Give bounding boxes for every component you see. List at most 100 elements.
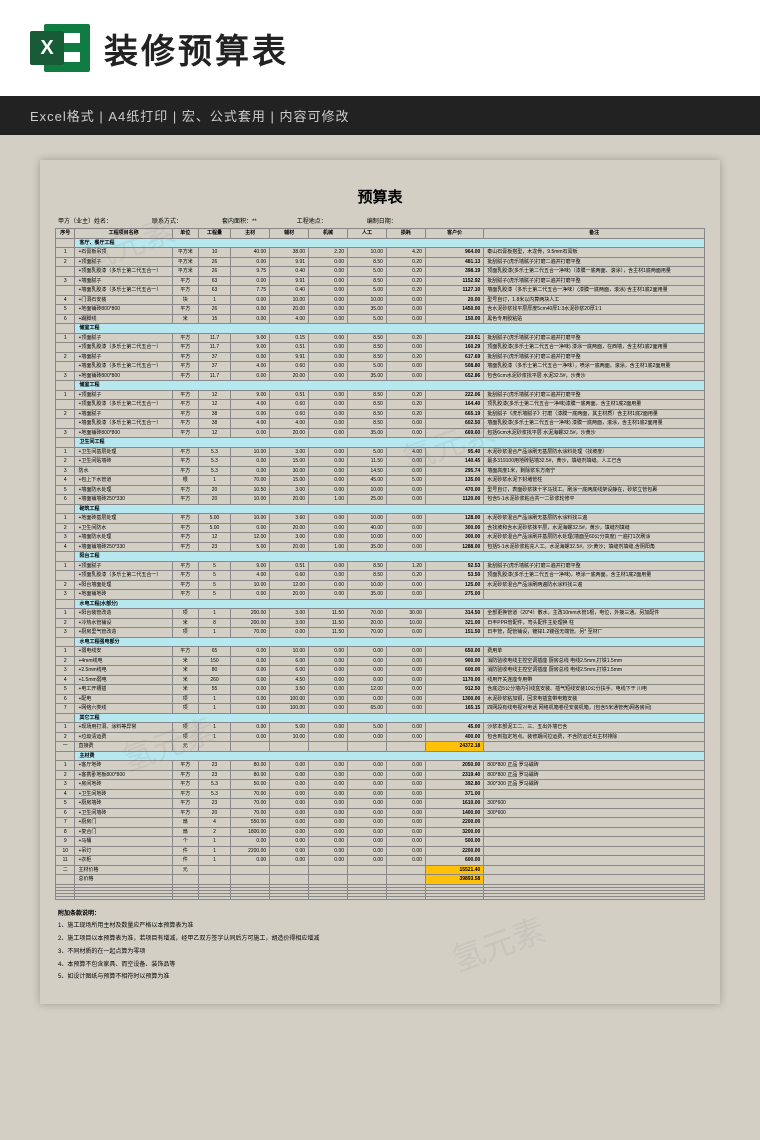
feature-bar: Excel格式 | A4纸打印 | 宏、公式套用 | 内容可修改 [0, 96, 760, 135]
cell: 10 [56, 846, 75, 856]
cell: 2 [56, 257, 75, 267]
cell: 0.00 [231, 409, 270, 419]
cell: 70.00 [231, 476, 270, 486]
cell: 消防验收电线主控空调插座 厨房总线 电线2.5mm,打铁1.5mm [484, 666, 705, 676]
cell: 型号自订，1.8米以内算两块人工 [484, 295, 705, 305]
cell: 10.00 [348, 533, 387, 543]
cell [56, 713, 75, 723]
cell [309, 865, 348, 875]
cell: 1300.00 [425, 694, 483, 704]
cell: 0.00 [348, 827, 387, 837]
cell: +顶面乳胶漆（多乐士第二代五合一） [75, 400, 172, 410]
cell: 15521.40 [425, 865, 483, 875]
cell: 1610.00 [425, 799, 483, 809]
cell: 泰山石膏板搭型，木龙骨，9.5mm石膏板 [484, 248, 705, 258]
cell: 0.00 [348, 846, 387, 856]
cell: 0.00 [309, 675, 348, 685]
cell: 4.00 [386, 447, 425, 457]
cell [309, 875, 348, 885]
cell [484, 856, 705, 866]
cell: 1.00 [309, 495, 348, 505]
cell: 消防验收电线主控空调插座 厨房总线 电线2.5mm,打铁1.5mm [484, 656, 705, 666]
cell: +卫生间防水 [75, 523, 172, 533]
cell: 23 [198, 761, 230, 771]
cell: 平方 [172, 590, 198, 600]
col-header: 客户价 [425, 229, 483, 239]
cell: 210.51 [425, 333, 483, 343]
cell: 8.50 [348, 561, 387, 571]
cell: 0.00 [309, 514, 348, 524]
cell: +顶面乳胶漆（多乐士第二代五合一） [75, 267, 172, 277]
cell: 0.00 [386, 666, 425, 676]
cell [270, 875, 309, 885]
cell: +墙面乳胶漆（多乐士第二代五合一） [75, 419, 172, 429]
cell: 38 [198, 409, 230, 419]
col-header: 机械 [309, 229, 348, 239]
cell: 200.00 [231, 609, 270, 619]
cell: 平方 [172, 343, 198, 353]
cell: 平方 [172, 286, 198, 296]
cell: 0.00 [309, 666, 348, 676]
cell: 10.00 [231, 580, 270, 590]
cell: 5.00 [270, 723, 309, 733]
cell: 1 [56, 514, 75, 524]
cell: 652.86 [425, 371, 483, 381]
cell: 0.00 [231, 685, 270, 695]
cell: +墙面乳胶漆（多乐士第二代五合一） [75, 362, 172, 372]
cell: 5.00 [386, 476, 425, 486]
cell: 0.00 [270, 808, 309, 818]
cell: 平方 [172, 352, 198, 362]
cell: 砌筑工程 [75, 504, 705, 514]
cell: 0.00 [348, 770, 387, 780]
cell: +地面铺砖800*800 [75, 428, 172, 438]
cell: 39893.58 [425, 875, 483, 885]
col-header: 工程项目名称 [75, 229, 172, 239]
cell: 全部更换管道（20*4）散水，主改10mm水管1根，电位，外接三通。另加配件 [484, 609, 705, 619]
cell: 储室工程 [75, 381, 705, 391]
cell: 11.7 [198, 371, 230, 381]
cell: 6.00 [270, 656, 309, 666]
cell: +冷热水管铺设 [75, 618, 172, 628]
cell: 35.00 [348, 542, 387, 552]
cell: +顶面乳胶漆（多乐士第二代五合一） [75, 571, 172, 581]
cell: 含底边5公分墙内引线盒安装、插气短线安装10公分扶手，电线下干 川电 [484, 685, 705, 695]
cell: 95.40 [425, 447, 483, 457]
cell: 水电工程(水部分) [75, 599, 705, 609]
cell: 0.00 [386, 694, 425, 704]
cell: 321.00 [425, 618, 483, 628]
cell: 12.00 [348, 685, 387, 695]
cell: 4.00 [270, 314, 309, 324]
cell: +卫生间墙砖 [75, 808, 172, 818]
cell: 5 [198, 580, 230, 590]
cell: 墙面乳胶漆(多乐士第二代五合一净味) 漆膜一底两面，滚涂，含主材1底2面用量 [484, 419, 705, 429]
cell: 0.00 [309, 704, 348, 714]
cell: 9.91 [270, 352, 309, 362]
cell: 5.00 [348, 286, 387, 296]
cell [231, 742, 270, 752]
cell: +墙面防水处理 [75, 533, 172, 543]
cell: 0.00 [231, 314, 270, 324]
cell: 平方米 [172, 257, 198, 267]
cell [56, 267, 75, 277]
cell: 9.91 [270, 276, 309, 286]
cell: 0.00 [386, 656, 425, 666]
cell: +墙面铺墙砖250*330 [75, 495, 172, 505]
cell: 平方 [172, 780, 198, 790]
cell: 0.00 [270, 856, 309, 866]
cell: 批刮腻子(虎乐墙腻子)打磨三遍并打磨平整 [484, 333, 705, 343]
cell: 包含6cm水泥砂浆找平层 水泥32.5#，沙黄沙 [484, 371, 705, 381]
cell: 135.00 [425, 476, 483, 486]
cell: 0.00 [386, 362, 425, 372]
cell: 0.00 [386, 343, 425, 353]
cell: 24372.18 [425, 742, 483, 752]
cell: 总价格 [75, 875, 172, 885]
cell [484, 837, 705, 847]
cell: 1170.00 [425, 675, 483, 685]
cell [56, 400, 75, 410]
cell: 0.00 [309, 571, 348, 581]
cell: 222.06 [425, 390, 483, 400]
cell: 20.00 [270, 495, 309, 505]
cell: 10.00 [270, 295, 309, 305]
cell: 25.00 [348, 495, 387, 505]
cell: 0.00 [309, 257, 348, 267]
